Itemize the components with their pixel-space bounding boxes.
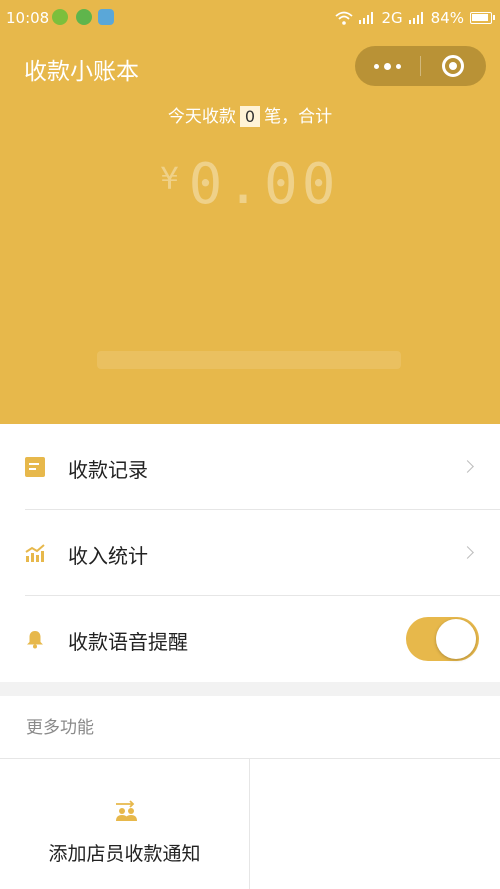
summary-prefix: 今天收款	[167, 107, 236, 127]
message-notification-icon	[98, 9, 114, 25]
toggle-knob	[436, 619, 476, 659]
amount-placeholder-bar	[97, 351, 401, 369]
miniprogram-capsule	[355, 46, 486, 86]
menu-item-label: 收款记录	[68, 458, 148, 482]
payment-count: 0	[239, 106, 261, 127]
voice-alert-toggle[interactable]	[406, 617, 479, 661]
header-panel: 10:08 2G 84% 收款小账本 今天收款 0 笔，合计 ¥ 0.00	[0, 0, 500, 424]
bell-icon	[27, 631, 43, 649]
currency-symbol: ¥	[160, 162, 183, 197]
dot-icon	[396, 63, 401, 69]
chart-icon	[25, 544, 45, 562]
feature-label: 添加店员收款通知	[48, 843, 201, 865]
app-notification-icon	[52, 9, 68, 25]
wifi-icon	[335, 11, 354, 25]
more-features-section: 更多功能 添加店员收款通知	[0, 696, 500, 889]
capsule-divider	[420, 56, 421, 76]
signal-icon	[359, 12, 374, 24]
divider	[249, 758, 250, 889]
page-title: 收款小账本	[24, 59, 139, 85]
menu-item-records[interactable]: 收款记录	[0, 424, 500, 510]
add-staff-icon	[116, 800, 137, 821]
app-notification-icon	[76, 9, 92, 25]
chevron-right-icon	[461, 460, 474, 473]
close-miniprogram-button[interactable]	[442, 55, 464, 77]
today-summary: 今天收款 0 笔，合计	[0, 102, 500, 127]
signal-icon	[408, 12, 423, 24]
document-icon	[25, 457, 45, 477]
network-type: 2G	[381, 9, 403, 27]
menu-item-statistics[interactable]: 收入统计	[0, 510, 500, 596]
section-title: 更多功能	[26, 718, 94, 738]
total-amount: ¥0.00	[0, 152, 500, 217]
more-button[interactable]	[355, 46, 420, 86]
chevron-right-icon	[461, 546, 474, 559]
battery-icon	[470, 12, 495, 24]
summary-suffix: 笔，合计	[264, 107, 333, 127]
amount-value: 0.00	[188, 152, 340, 217]
status-time: 10:08	[6, 9, 50, 27]
dot-icon	[384, 62, 391, 70]
feature-add-staff-notification[interactable]: 添加店员收款通知	[0, 759, 249, 889]
status-bar: 10:08 2G 84%	[0, 0, 500, 36]
battery-level: 84%	[430, 9, 464, 27]
menu-item-label: 收入统计	[68, 544, 148, 568]
dot-icon	[374, 63, 379, 69]
menu-item-label: 收款语音提醒	[68, 630, 188, 654]
